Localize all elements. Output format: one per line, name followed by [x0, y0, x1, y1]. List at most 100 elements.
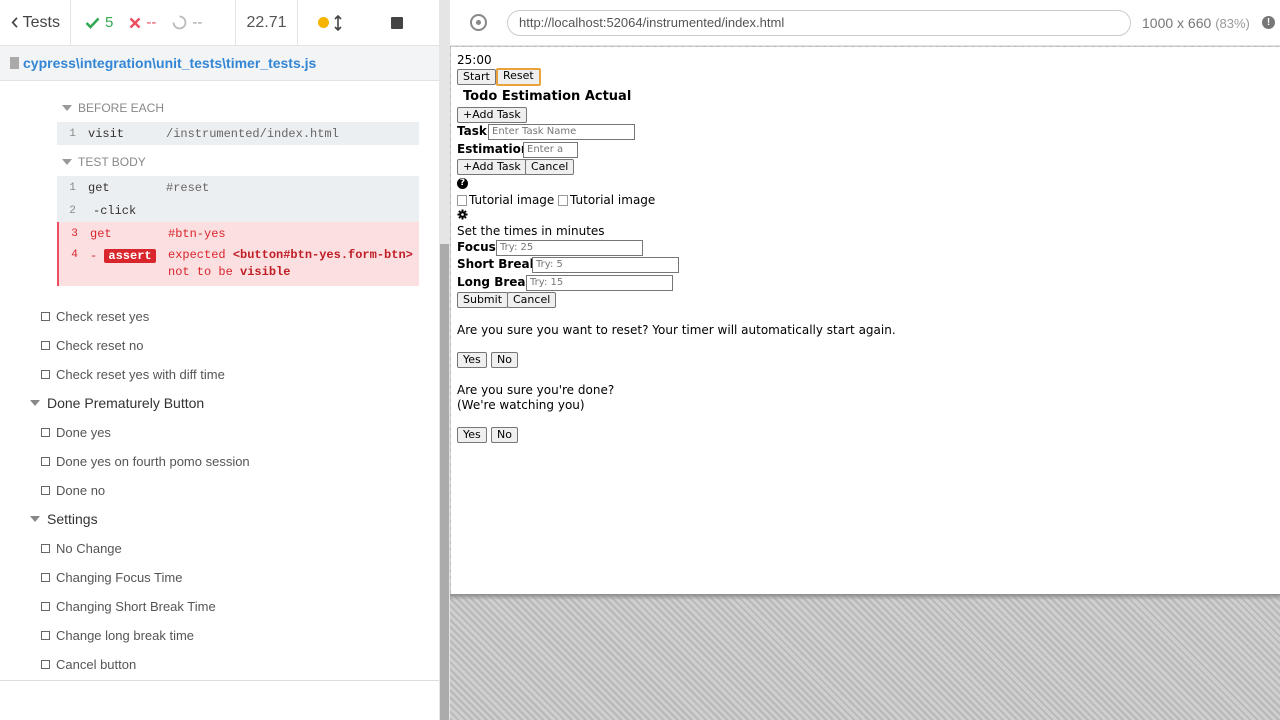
- spinner-icon: [172, 15, 187, 30]
- suite-settings[interactable]: Settings: [30, 511, 98, 527]
- pending-stat: --: [172, 14, 202, 31]
- runner-panel: http://localhost:52064/instrumented/inde…: [450, 0, 1280, 720]
- command-message: #btn-yes: [168, 226, 226, 241]
- command-message: expected <button#btn-yes.form-btn> not to…: [168, 247, 413, 281]
- command-name: visit: [88, 126, 125, 141]
- help-question-icon[interactable]: ?: [457, 178, 468, 189]
- before-each-header[interactable]: BEFORE EACH: [62, 101, 164, 115]
- add-task-confirm-button[interactable]: +Add Task: [457, 159, 527, 175]
- command-row-failed[interactable]: 3 get #btn-yes: [57, 222, 419, 245]
- app-under-test: 25:00 Start Reset Todo Estimation Actual…: [451, 47, 1280, 594]
- test-item[interactable]: Check reset yes with diff time: [41, 367, 225, 382]
- panel-resizer[interactable]: [439, 0, 450, 720]
- long-break-input[interactable]: Try: 15: [526, 275, 673, 291]
- task-name-input[interactable]: Enter Task Name: [488, 124, 635, 140]
- reset-confirm-text: Are you sure you want to reset? Your tim…: [457, 323, 896, 337]
- checkbox-icon: [41, 486, 50, 495]
- checkbox-icon: [41, 428, 50, 437]
- done-confirm-text-2: (We're watching you): [457, 398, 585, 412]
- test-item[interactable]: Done yes on fourth pomo session: [41, 454, 250, 469]
- assert-mid: not to be: [168, 265, 233, 279]
- settings-submit-button[interactable]: Submit: [457, 292, 509, 308]
- test-item[interactable]: Cancel button: [41, 657, 136, 672]
- viewport-info: 1000 x 660 (83%): [1142, 15, 1250, 31]
- test-title: Check reset yes with diff time: [56, 367, 225, 382]
- task-label: Task: [457, 124, 487, 138]
- test-title: Done yes: [56, 425, 111, 440]
- add-task-button[interactable]: +Add Task: [457, 107, 527, 123]
- test-item[interactable]: Check reset no: [41, 338, 143, 353]
- checkbox-icon: [41, 602, 50, 611]
- command-row[interactable]: 1 visit /instrumented/index.html: [57, 122, 419, 145]
- x-icon: [129, 17, 141, 28]
- command-row-assert[interactable]: 4 - assert expected <button#btn-yes.form…: [57, 245, 419, 286]
- done-confirm-text-1: Are you sure you're done?: [457, 383, 615, 397]
- add-task-cancel-button[interactable]: Cancel: [525, 159, 575, 175]
- test-item[interactable]: Done no: [41, 483, 105, 498]
- command-message: /instrumented/index.html: [166, 126, 339, 141]
- checkbox-icon: [41, 544, 50, 553]
- image-alt-text: Tutorial image: [469, 193, 555, 207]
- done-no-button[interactable]: No: [491, 427, 518, 443]
- url-bar: http://localhost:52064/instrumented/inde…: [450, 0, 1280, 46]
- checkbox-icon: [41, 573, 50, 582]
- test-title: Change long break time: [56, 628, 195, 643]
- command-row[interactable]: 2 -click: [57, 199, 419, 222]
- test-title: Changing Short Break Time: [56, 599, 216, 614]
- settings-gear-icon[interactable]: [457, 209, 468, 220]
- info-icon[interactable]: !: [1262, 16, 1275, 29]
- focus-input[interactable]: Try: 25: [496, 240, 643, 256]
- command-row[interactable]: 1 get #reset: [57, 176, 419, 199]
- spec-path[interactable]: cypress\integration\unit_tests\timer_tes…: [23, 55, 316, 71]
- test-item[interactable]: No Change: [41, 541, 122, 556]
- tests-label: Tests: [22, 13, 60, 31]
- command-name: -click: [93, 203, 137, 218]
- command-number: 4: [71, 249, 78, 261]
- pending-count: --: [192, 14, 203, 31]
- collapse-triangle-icon: [30, 400, 40, 406]
- checkbox-icon: [41, 370, 50, 379]
- command-name: - assert: [90, 249, 168, 263]
- test-item[interactable]: Done yes: [41, 425, 111, 440]
- checkbox-icon: [41, 457, 50, 466]
- settings-cancel-button[interactable]: Cancel: [507, 292, 557, 308]
- test-item[interactable]: Changing Short Break Time: [41, 599, 216, 614]
- test-title: Done no: [56, 483, 106, 498]
- done-yes-button[interactable]: Yes: [457, 427, 487, 443]
- short-break-input[interactable]: Try: 5: [532, 257, 679, 273]
- viewport-size: 1000 x 660: [1142, 15, 1212, 31]
- test-title: Check reset no: [56, 338, 144, 353]
- test-body-header[interactable]: TEST BODY: [62, 155, 146, 169]
- collapse-triangle-icon: [30, 516, 40, 522]
- checkbox-icon: [41, 631, 50, 640]
- command-number: 2: [69, 204, 76, 217]
- tests-button[interactable]: Tests: [0, 0, 71, 45]
- tutorial-image: Tutorial image: [558, 193, 655, 207]
- spec-bar: cypress\integration\unit_tests\timer_tes…: [0, 46, 440, 81]
- test-item[interactable]: Change long break time: [41, 628, 194, 643]
- command-name: get: [88, 180, 110, 195]
- suite-done-prematurely[interactable]: Done Prematurely Button: [30, 395, 204, 411]
- todo-header: Todo Estimation Actual: [463, 89, 632, 104]
- estimation-input[interactable]: Enter a: [523, 142, 578, 158]
- test-item[interactable]: Changing Focus Time: [41, 570, 182, 585]
- url-field[interactable]: http://localhost:52064/instrumented/inde…: [507, 10, 1131, 36]
- reset-no-button[interactable]: No: [491, 352, 518, 368]
- long-break-label: Long Break: [457, 275, 534, 289]
- collapse-triangle-icon: [62, 159, 72, 165]
- test-item[interactable]: Check reset yes: [41, 309, 149, 324]
- test-title: Done yes on fourth pomo session: [56, 454, 250, 469]
- test-body-title: TEST BODY: [78, 155, 146, 169]
- reset-yes-button[interactable]: Yes: [457, 352, 487, 368]
- broken-image-icon: [558, 194, 568, 206]
- selector-playground-icon[interactable]: [470, 14, 487, 31]
- stop-icon[interactable]: [391, 16, 403, 29]
- checkbox-icon: [41, 312, 50, 321]
- test-title: No Change: [56, 541, 122, 556]
- reset-button[interactable]: Reset: [496, 68, 541, 86]
- start-button[interactable]: Start: [457, 69, 496, 85]
- scroll-arrows-icon[interactable]: [333, 14, 343, 31]
- auto-scroll-indicator-icon[interactable]: [318, 17, 329, 28]
- duration: 22.71: [236, 0, 298, 45]
- scrollbar-thumb[interactable]: [440, 244, 449, 720]
